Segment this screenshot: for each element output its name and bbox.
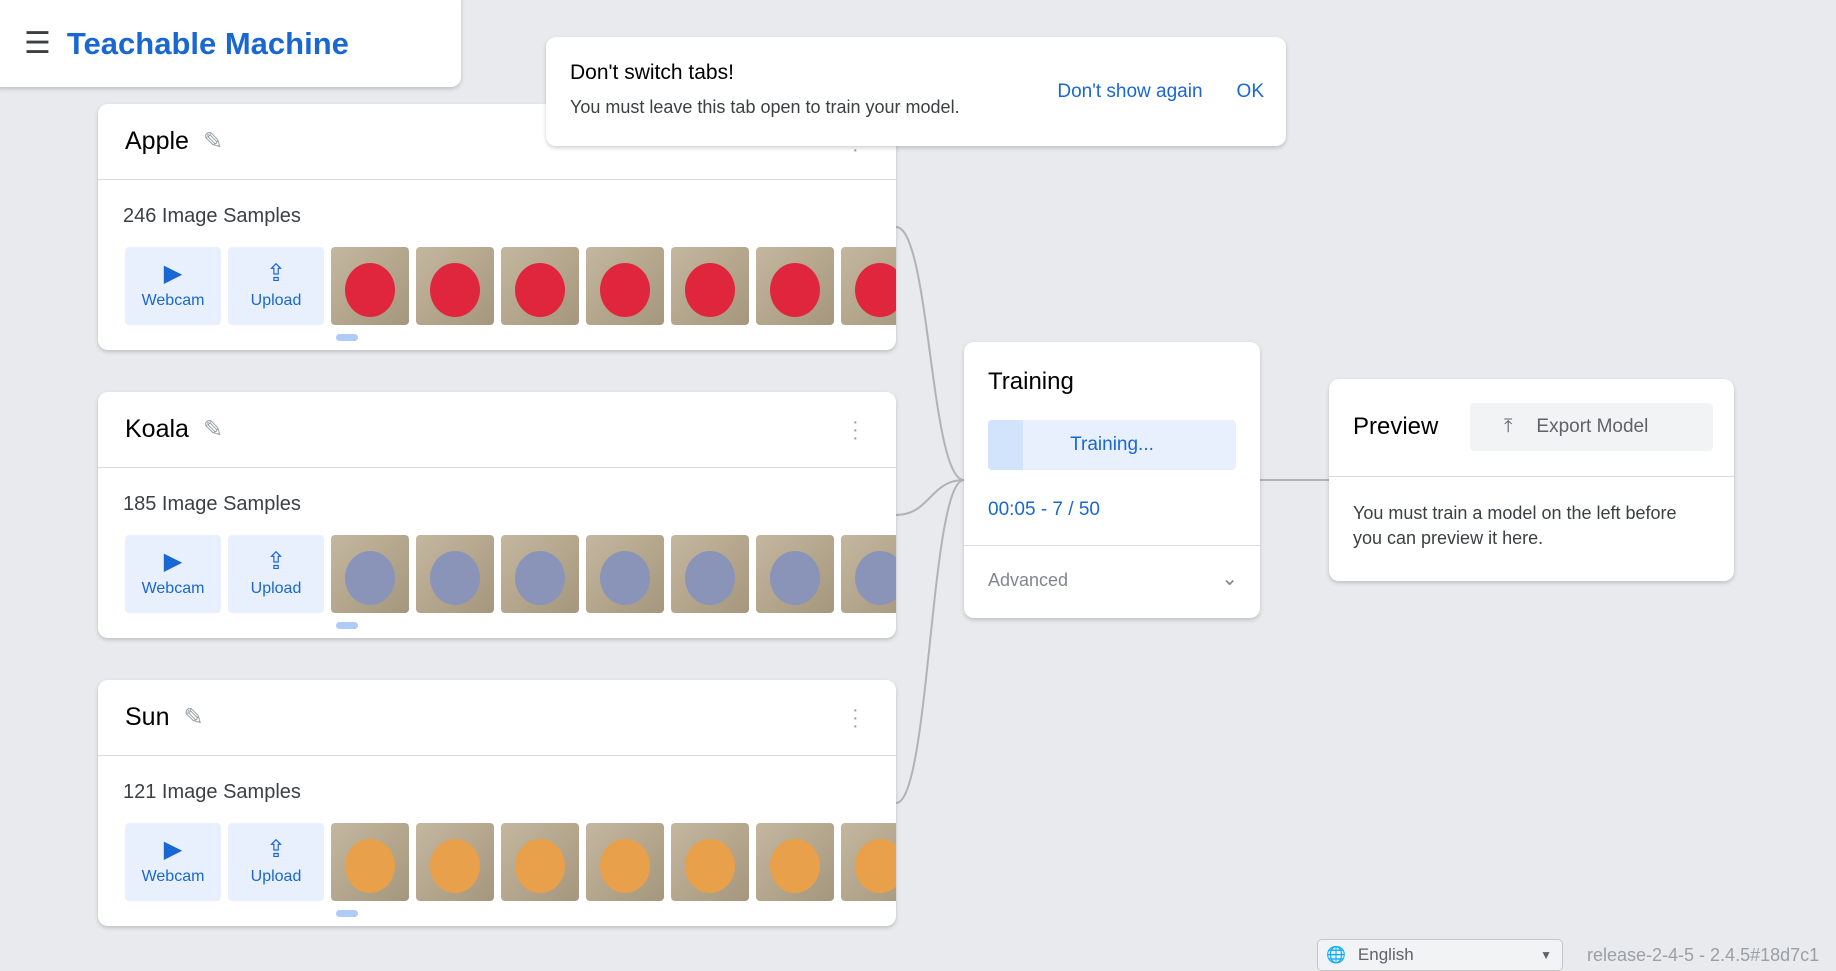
sample-thumbnail[interactable] xyxy=(671,535,749,613)
sample-thumbnail[interactable] xyxy=(501,535,579,613)
training-status: 00:05 - 7 / 50 xyxy=(988,499,1100,520)
class-name[interactable]: Sun xyxy=(125,703,169,732)
class-name[interactable]: Apple xyxy=(125,127,189,156)
edit-pencil-icon[interactable]: ✎ xyxy=(203,127,223,156)
sample-thumbnail[interactable] xyxy=(841,247,896,325)
webcam-button[interactable]: ▶︎ Webcam xyxy=(125,247,221,325)
ok-button[interactable]: OK xyxy=(1237,81,1264,103)
edit-pencil-icon[interactable]: ✎ xyxy=(183,703,203,732)
app-title[interactable]: Teachable Machine xyxy=(67,26,349,62)
upload-icon: ⇪ xyxy=(265,548,287,575)
sample-thumbnail[interactable] xyxy=(586,535,664,613)
sample-thumbnail[interactable] xyxy=(841,535,896,613)
sample-thumbnail[interactable] xyxy=(586,247,664,325)
upload-icon: ⇪ xyxy=(265,260,287,287)
chevron-down-icon: ▼ xyxy=(1540,948,1552,962)
edit-pencil-icon[interactable]: ✎ xyxy=(203,415,223,444)
webcam-label: Webcam xyxy=(141,580,205,597)
sample-thumbnail[interactable] xyxy=(841,823,896,901)
sample-thumbnail[interactable] xyxy=(671,823,749,901)
upload-icon: ⇪ xyxy=(265,836,287,863)
export-model-button[interactable]: ⤒ Export Model xyxy=(1470,403,1713,451)
dont-show-again-button[interactable]: Don't show again xyxy=(1057,81,1202,103)
preview-message: You must train a model on the left befor… xyxy=(1329,476,1734,575)
sample-thumbnail[interactable] xyxy=(331,247,409,325)
samples-scrollbar[interactable] xyxy=(336,622,358,629)
upload-button[interactable]: ⇪ Upload xyxy=(228,823,324,901)
sample-count: 121 Image Samples xyxy=(123,781,301,803)
preview-panel: Preview ⤒ Export Model You must train a … xyxy=(1329,379,1734,581)
video-camera-icon: ▶︎ xyxy=(163,260,183,287)
release-version: release-2-4-5 - 2.4.5#18d7c1 xyxy=(1587,945,1820,965)
upload-button[interactable]: ⇪ Upload xyxy=(228,247,324,325)
sample-thumbnail[interactable] xyxy=(756,247,834,325)
upload-label: Upload xyxy=(250,292,302,309)
samples-scrollbar[interactable] xyxy=(336,334,358,341)
dont-switch-tabs-toast: Don't switch tabs! You must leave this t… xyxy=(546,37,1286,146)
sample-thumbnail[interactable] xyxy=(416,247,494,325)
samples-scrollbar[interactable] xyxy=(336,910,358,917)
upload-label: Upload xyxy=(250,580,302,597)
export-label: Export Model xyxy=(1536,416,1649,437)
upload-label: Upload xyxy=(250,868,302,885)
webcam-label: Webcam xyxy=(141,292,205,309)
sample-thumbnail[interactable] xyxy=(331,535,409,613)
sample-count: 185 Image Samples xyxy=(123,493,301,515)
language-value: English xyxy=(1357,945,1414,964)
training-button-label: Training... xyxy=(1070,434,1154,455)
sample-thumbnail[interactable] xyxy=(501,247,579,325)
webcam-button[interactable]: ▶︎ Webcam xyxy=(125,823,221,901)
menu-icon[interactable]: ☰ xyxy=(24,26,51,61)
advanced-toggle[interactable]: Advanced ⌄ xyxy=(964,545,1260,618)
export-icon: ⤒ xyxy=(1504,416,1513,437)
video-camera-icon: ▶︎ xyxy=(163,836,183,863)
sample-thumbnail[interactable] xyxy=(416,535,494,613)
upload-button[interactable]: ⇪ Upload xyxy=(228,535,324,613)
train-model-button[interactable]: Training... xyxy=(988,420,1236,470)
class-card-koala: Koala ✎ · · · 185 Image Samples ▶︎ Webcam ⇪… xyxy=(98,392,896,638)
sample-thumbnail[interactable] xyxy=(756,535,834,613)
sample-thumbnail[interactable] xyxy=(671,247,749,325)
app-header: ☰ Teachable Machine xyxy=(0,0,461,87)
sample-thumbnail[interactable] xyxy=(331,823,409,901)
more-options-icon[interactable]: ··· xyxy=(852,412,859,448)
webcam-button[interactable]: ▶︎ Webcam xyxy=(125,535,221,613)
preview-title: Preview xyxy=(1353,413,1439,440)
advanced-label: Advanced xyxy=(988,570,1069,590)
webcam-label: Webcam xyxy=(141,868,205,885)
sample-thumbnail[interactable] xyxy=(501,823,579,901)
sample-thumbnail[interactable] xyxy=(416,823,494,901)
training-title: Training xyxy=(988,368,1074,395)
language-select[interactable]: 🌐 English ▼ xyxy=(1317,939,1563,971)
class-card-sun: Sun ✎ · · · 121 Image Samples ▶︎ Webcam ⇪ Up… xyxy=(98,680,896,926)
class-name[interactable]: Koala xyxy=(125,415,189,444)
sample-count: 246 Image Samples xyxy=(123,205,301,227)
training-panel: Training Training... 00:05 - 7 / 50 Adva… xyxy=(964,342,1260,618)
chevron-down-icon: ⌄ xyxy=(1221,568,1238,590)
globe-icon: 🌐 xyxy=(1326,947,1346,964)
more-options-icon[interactable]: ··· xyxy=(852,700,859,736)
video-camera-icon: ▶︎ xyxy=(163,548,183,575)
sample-thumbnail[interactable] xyxy=(756,823,834,901)
sample-thumbnail[interactable] xyxy=(586,823,664,901)
